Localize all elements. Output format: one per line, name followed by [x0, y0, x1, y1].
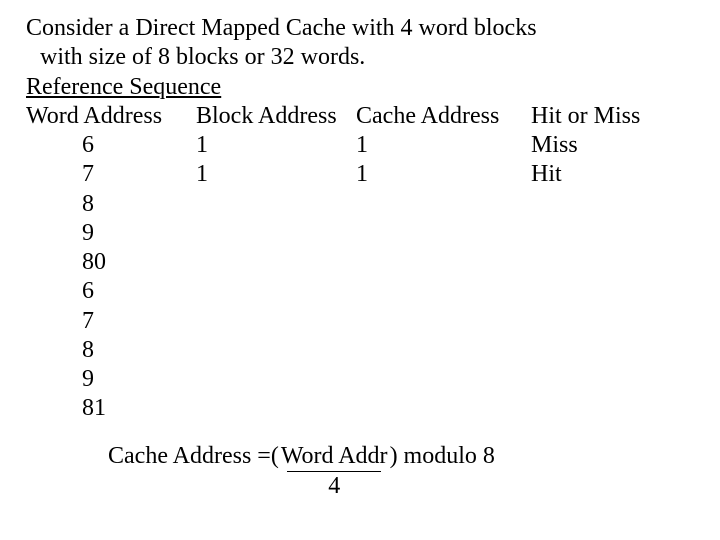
- cell-block-address: 1: [196, 160, 356, 189]
- table-row: 7 1 1 Hit: [26, 160, 661, 189]
- cell-cache-address: 1: [356, 160, 531, 189]
- cell-hit-or-miss: [531, 365, 661, 394]
- cell-word-address: 80: [26, 248, 196, 277]
- cell-word-address: 6: [26, 277, 196, 306]
- cell-word-address: 6: [26, 131, 196, 160]
- cell-hit-or-miss: Hit: [531, 160, 661, 189]
- table-row: 9: [26, 219, 661, 248]
- header-cache-address: Cache Address: [356, 102, 531, 131]
- cell-block-address: [196, 365, 356, 394]
- intro-line-1: Consider a Direct Mapped Cache with 4 wo…: [26, 14, 694, 43]
- cell-block-address: [196, 190, 356, 219]
- header-hit-or-miss: Hit or Miss: [531, 102, 661, 131]
- cell-block-address: [196, 219, 356, 248]
- cell-cache-address: 1: [356, 131, 531, 160]
- cell-hit-or-miss: [531, 394, 661, 423]
- formula-fraction: Word Addr4: [279, 442, 390, 502]
- cell-word-address: 8: [26, 190, 196, 219]
- cell-hit-or-miss: Miss: [531, 131, 661, 160]
- formula-lhs: Cache Address =(: [108, 443, 279, 469]
- cell-word-address: 7: [26, 160, 196, 189]
- cell-cache-address: [356, 365, 531, 394]
- cell-word-address: 81: [26, 394, 196, 423]
- header-block-address: Block Address: [196, 102, 356, 131]
- cell-cache-address: [356, 336, 531, 365]
- cell-hit-or-miss: [531, 248, 661, 277]
- cell-cache-address: [356, 307, 531, 336]
- table-row: 7: [26, 307, 661, 336]
- cell-block-address: [196, 248, 356, 277]
- formula-denominator: 4: [279, 472, 390, 501]
- reference-sequence-table: Word Address Block Address Cache Address…: [26, 102, 661, 424]
- cell-block-address: [196, 394, 356, 423]
- cell-block-address: [196, 307, 356, 336]
- formula-rhs: ) modulo 8: [390, 443, 495, 469]
- table-row: 81: [26, 394, 661, 423]
- table-row: 9: [26, 365, 661, 394]
- header-word-address: Word Address: [26, 102, 196, 131]
- cell-block-address: [196, 336, 356, 365]
- cell-word-address: 9: [26, 365, 196, 394]
- cell-word-address: 7: [26, 307, 196, 336]
- cell-word-address: 8: [26, 336, 196, 365]
- cell-hit-or-miss: [531, 277, 661, 306]
- cell-cache-address: [356, 248, 531, 277]
- table-row: 80: [26, 248, 661, 277]
- table-row: 6 1 1 Miss: [26, 131, 661, 160]
- table-row: 6: [26, 277, 661, 306]
- formula-numerator: Word Addr: [279, 442, 390, 471]
- table-header-row: Word Address Block Address Cache Address…: [26, 102, 661, 131]
- reference-sequence-heading: Reference Sequence: [26, 73, 694, 102]
- cache-address-formula: Cache Address =(Word Addr4) modulo 8: [26, 442, 694, 502]
- cell-hit-or-miss: [531, 336, 661, 365]
- cell-cache-address: [356, 394, 531, 423]
- intro-line-2: with size of 8 blocks or 32 words.: [26, 43, 694, 72]
- cell-word-address: 9: [26, 219, 196, 248]
- table-row: 8: [26, 336, 661, 365]
- cell-cache-address: [356, 190, 531, 219]
- cell-hit-or-miss: [531, 190, 661, 219]
- table-row: 8: [26, 190, 661, 219]
- cell-cache-address: [356, 219, 531, 248]
- cell-block-address: [196, 277, 356, 306]
- cell-hit-or-miss: [531, 307, 661, 336]
- cell-cache-address: [356, 277, 531, 306]
- cell-block-address: 1: [196, 131, 356, 160]
- cell-hit-or-miss: [531, 219, 661, 248]
